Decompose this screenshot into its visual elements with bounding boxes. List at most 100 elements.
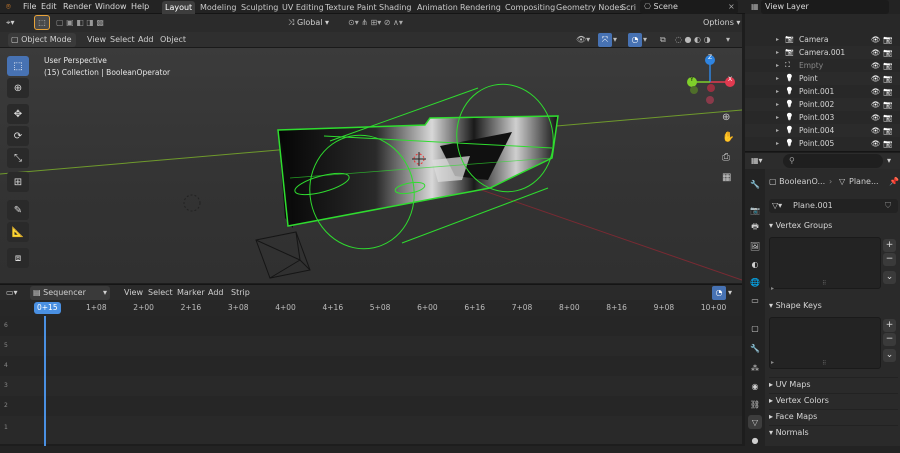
camera-view-icon[interactable]: ⎙: [722, 152, 730, 163]
outliner-row[interactable]: ▸ ⛶ Empty 👁 📷: [745, 59, 900, 72]
shading-modes-icons[interactable]: ◌ ● ◐ ◑: [675, 33, 711, 47]
vertex-group-remove-button[interactable]: −: [883, 253, 896, 266]
visibility-eye-icon[interactable]: 👁: [871, 59, 881, 72]
measure-tool[interactable]: 📐: [7, 222, 29, 242]
options-dropdown[interactable]: Options ▾: [703, 16, 740, 30]
view-layer-selector[interactable]: View Layer: [761, 0, 889, 14]
render-camera-icon[interactable]: 📷: [883, 46, 892, 59]
outliner-row[interactable]: ▸ 💡 Point.004 👁 📷: [745, 124, 900, 137]
shape-key-remove-button[interactable]: −: [883, 333, 896, 346]
visibility-eye-icon[interactable]: 👁: [871, 98, 881, 111]
vertex-colors-panel-header[interactable]: ▸ Vertex Colors: [769, 393, 898, 407]
vertex-group-menu-button[interactable]: ⌄: [883, 271, 896, 284]
sequencer-menu-marker[interactable]: Marker: [177, 286, 205, 300]
shape-keys-panel-header[interactable]: ▾ Shape Keys: [769, 299, 898, 313]
outliner-row[interactable]: ▸ 📷 Camera 👁 📷: [745, 33, 900, 46]
pan-hand-icon[interactable]: ✋: [722, 132, 734, 143]
select-box-tool[interactable]: ⬚: [7, 56, 29, 76]
visibility-eye-icon[interactable]: 👁: [871, 124, 881, 137]
render-camera-icon[interactable]: 📷: [883, 72, 892, 85]
sequencer-overlay-icon[interactable]: ◔: [712, 286, 726, 300]
outliner-row[interactable]: ▸ 💡 Point.003 👁 📷: [745, 111, 900, 124]
add-cube-tool[interactable]: ⧈: [7, 248, 29, 268]
render-camera-icon[interactable]: 📷: [883, 85, 892, 98]
vertex-group-expand-icon[interactable]: ▸: [771, 285, 774, 292]
expand-arrow-icon[interactable]: ▸: [776, 111, 779, 124]
object-tab-icon[interactable]: ▢: [748, 321, 762, 335]
tab-rendering[interactable]: Rendering: [457, 1, 504, 14]
material-tab-icon[interactable]: ●: [748, 433, 762, 447]
sequencer-channels[interactable]: 6 5 4 3 2 1: [0, 316, 742, 444]
blender-logo-icon[interactable]: ⌾: [6, 0, 11, 14]
tab-uv-editing[interactable]: UV Editing: [279, 1, 327, 14]
normals-panel-header[interactable]: ▾ Normals: [769, 425, 898, 439]
current-frame-indicator[interactable]: 0+15: [34, 302, 61, 314]
menu-edit[interactable]: Edit: [41, 0, 57, 14]
visibility-eye-icon[interactable]: 👁: [871, 72, 881, 85]
shape-key-add-button[interactable]: +: [883, 319, 896, 332]
constraints-tab-icon[interactable]: ⛓: [748, 397, 762, 411]
properties-search-input[interactable]: ⚲: [783, 154, 883, 168]
sequencer-menu-add[interactable]: Add: [208, 286, 224, 300]
sequencer-type-dropdown[interactable]: ▤ Sequencer ▾: [30, 286, 110, 300]
mesh-datablock-field[interactable]: ▽▾ Plane.001 ⛉: [769, 199, 898, 213]
select-mode-icons[interactable]: ▢ ▣ ◧ ◨ ▩: [56, 16, 104, 30]
list-resize-grip[interactable]: ⠿: [822, 360, 826, 367]
render-camera-icon[interactable]: 📷: [883, 33, 892, 46]
outliner-row[interactable]: ▸ 💡 Point.001 👁 📷: [745, 85, 900, 98]
sequencer-menu-select[interactable]: Select: [148, 286, 173, 300]
overlays-toggle-icon[interactable]: ◔: [628, 33, 642, 47]
properties-options-icon[interactable]: ▾: [887, 154, 891, 168]
tab-texture-paint[interactable]: Texture Paint: [322, 1, 380, 14]
expand-arrow-icon[interactable]: ▸: [776, 98, 779, 111]
3d-viewport[interactable]: User Perspective (15) Collection | Boole…: [0, 48, 742, 283]
modifier-tab-icon[interactable]: 🔧: [748, 341, 762, 355]
outliner-row[interactable]: ▸ 💡 Point.005 👁 📷: [745, 137, 900, 150]
expand-arrow-icon[interactable]: ▸: [776, 137, 779, 150]
expand-arrow-icon[interactable]: ▸: [776, 46, 779, 59]
shape-key-expand-icon[interactable]: ▸: [771, 359, 774, 366]
visibility-icon[interactable]: 👁▾: [576, 33, 590, 47]
shape-key-menu-button[interactable]: ⌄: [883, 349, 896, 362]
menu-render[interactable]: Render: [63, 0, 91, 14]
scale-tool[interactable]: ⤡: [7, 148, 29, 168]
tab-layout[interactable]: Layout: [162, 1, 196, 14]
expand-arrow-icon[interactable]: ▸: [776, 72, 779, 85]
outliner-row[interactable]: ▸ 💡 Point 👁 📷: [745, 72, 900, 85]
menu-help[interactable]: Help: [131, 0, 149, 14]
menu-window[interactable]: Window: [95, 0, 127, 14]
xray-icon[interactable]: ⧉: [660, 33, 666, 47]
view-layer-tab-icon[interactable]: 🖼: [748, 239, 762, 253]
gizmo-dropdown-icon[interactable]: ▾: [613, 33, 617, 47]
ortho-grid-icon[interactable]: ▦: [722, 172, 731, 183]
transform-orientation-dropdown[interactable]: ⤨ Global ▾: [288, 16, 329, 30]
face-maps-panel-header[interactable]: ▸ Face Maps: [769, 409, 898, 423]
viewport-menu-object[interactable]: Object: [160, 33, 186, 47]
visibility-eye-icon[interactable]: 👁: [871, 85, 881, 98]
mode-dropdown[interactable]: ▢ Object Mode: [8, 33, 76, 47]
move-tool[interactable]: ✥: [7, 104, 29, 124]
world-tab-icon[interactable]: 🌐: [748, 275, 762, 289]
expand-arrow-icon[interactable]: ▸: [776, 124, 779, 137]
vertex-group-add-button[interactable]: +: [883, 239, 896, 252]
outliner-row[interactable]: ▸ 📷 Camera.001 👁 📷: [745, 46, 900, 59]
visibility-eye-icon[interactable]: 👁: [871, 111, 881, 124]
tab-shading[interactable]: Shading: [376, 1, 415, 14]
menu-file[interactable]: File: [23, 0, 36, 14]
scene-selector[interactable]: ⎔ Scene: [640, 0, 738, 14]
tab-geometry-nodes[interactable]: Geometry Nodes: [553, 1, 626, 14]
expand-arrow-icon[interactable]: ▸: [776, 85, 779, 98]
shading-dropdown-icon[interactable]: ▾: [726, 33, 730, 47]
scene-close-icon[interactable]: ×: [728, 0, 735, 14]
zoom-icon[interactable]: ⊕: [722, 112, 730, 123]
render-camera-icon[interactable]: 📷: [883, 111, 892, 124]
playhead-line[interactable]: [44, 316, 46, 446]
sequencer-timeline-ruler[interactable]: 0+15 1+08 2+00 2+16 3+08 4+00 4+16 5+08 6+00 6+1…: [0, 300, 742, 316]
physics-tab-icon[interactable]: ◉: [748, 379, 762, 393]
expand-arrow-icon[interactable]: ▸: [776, 59, 779, 72]
pivot-snap-icons[interactable]: ⊙▾ ⋔ ⊞▾ ⊘ ∧▾: [348, 16, 403, 30]
visibility-eye-icon[interactable]: 👁: [871, 33, 881, 46]
tab-sculpting[interactable]: Sculpting: [238, 1, 281, 14]
rotate-tool[interactable]: ⟳: [7, 126, 29, 146]
mesh-data-tab-icon[interactable]: ▽: [748, 415, 762, 429]
